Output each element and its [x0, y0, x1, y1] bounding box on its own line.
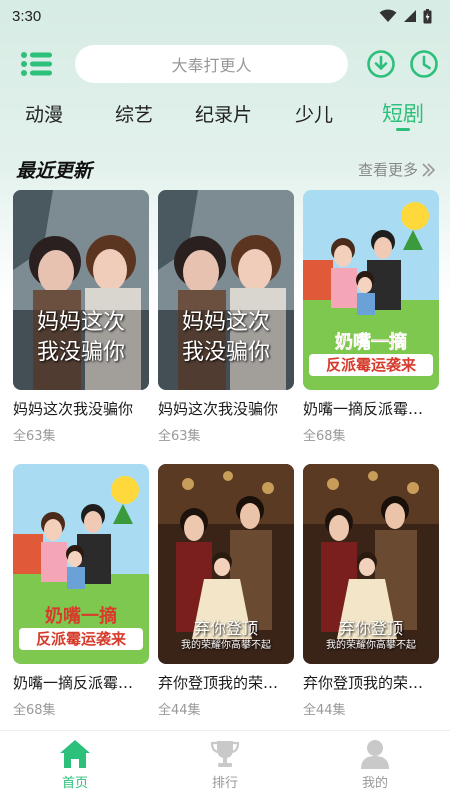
category-tabs: 动漫 综艺 纪录片 少儿 短剧 [0, 96, 450, 136]
bottom-navigation: 首页 排行 我的 [0, 730, 450, 799]
view-more-link[interactable]: 查看更多 [358, 159, 436, 180]
history-button[interactable] [409, 49, 439, 79]
download-button[interactable] [366, 49, 396, 79]
tab-documentary[interactable]: 纪录片 [195, 100, 252, 127]
status-icons [379, 8, 432, 24]
drama-card[interactable]: 弃你登顶 我的荣耀你高攀不起 弃你登顶我的荣耀你高攀不起 全44集 [158, 464, 294, 718]
poster-title-line2: 我的荣耀你高攀不起 [326, 640, 416, 651]
drama-poster[interactable]: 奶嘴一摘 反派霉运袭来 [303, 190, 439, 390]
episode-count: 全63集 [158, 429, 201, 444]
poster-title-line2: 我没骗你 [181, 340, 270, 365]
active-tab-indicator [396, 128, 410, 131]
poster-title-line2: 反派霉运袭来 [309, 354, 433, 376]
drama-card[interactable]: 妈妈这次 我没骗你 妈妈这次我没骗你 全63集 [13, 190, 149, 444]
status-bar: 3:30 [0, 0, 450, 32]
battery-icon [423, 8, 432, 23]
episode-count: 全68集 [13, 703, 56, 718]
drama-title[interactable]: 奶嘴一摘反派霉运袭来 [303, 398, 435, 419]
drama-poster[interactable]: 妈妈这次 我没骗你 [158, 190, 294, 390]
drama-title[interactable]: 妈妈这次我没骗你 [158, 398, 290, 419]
nav-ranking-label: 排行 [211, 776, 238, 791]
poster-title-line2: 我的荣耀你高攀不起 [181, 640, 271, 651]
drama-card[interactable]: 弃你登顶 我的荣耀你高攀不起 弃你登顶我的荣耀你高攀不起 全44集 [303, 464, 439, 718]
nav-ranking[interactable]: 排行 [185, 739, 265, 791]
wifi-icon [379, 9, 397, 22]
poster-title-line1: 妈妈这次 [181, 310, 270, 335]
drama-title[interactable]: 奶嘴一摘反派霉运袭来 [13, 672, 145, 693]
drama-poster[interactable]: 奶嘴一摘 反派霉运袭来 [13, 464, 149, 664]
drama-title[interactable]: 弃你登顶我的荣耀你高攀不起 [158, 672, 290, 693]
download-icon [367, 50, 395, 78]
cellular-icon [404, 10, 416, 22]
clock-icon [410, 50, 438, 78]
poster-title-line2: 我没骗你 [36, 340, 125, 365]
double-chevron-right-icon [422, 162, 436, 177]
drama-poster[interactable]: 弃你登顶 我的荣耀你高攀不起 [158, 464, 294, 664]
drama-card[interactable]: 奶嘴一摘 反派霉运袭来 奶嘴一摘反派霉运袭来 全68集 [303, 190, 439, 444]
drama-card[interactable]: 奶嘴一摘 反派霉运袭来 奶嘴一摘反派霉运袭来 全68集 [13, 464, 149, 718]
drama-poster[interactable]: 弃你登顶 我的荣耀你高攀不起 [303, 464, 439, 664]
trophy-icon [210, 741, 240, 767]
poster-title-line2: 反派霉运袭来 [19, 628, 143, 650]
tab-kids[interactable]: 少儿 [295, 100, 333, 127]
poster-title-line1: 妈妈这次 [36, 310, 125, 335]
nav-home-label: 首页 [61, 776, 88, 791]
drama-title[interactable]: 妈妈这次我没骗你 [13, 398, 145, 419]
tab-short-drama[interactable]: 短剧 [382, 98, 424, 128]
poster-title-line1: 奶嘴一摘 [335, 332, 408, 354]
recent-updates-header: 最近更新 查看更多 [0, 152, 450, 186]
search-input[interactable]: 大奉打更人 [75, 45, 348, 83]
section-title: 最近更新 [16, 160, 93, 182]
user-icon [361, 740, 389, 769]
tab-variety[interactable]: 综艺 [115, 100, 153, 127]
episode-count: 全44集 [158, 703, 201, 718]
nav-mine[interactable]: 我的 [335, 739, 415, 791]
episode-count: 全63集 [13, 429, 56, 444]
status-time: 3:30 [12, 7, 42, 25]
nav-home[interactable]: 首页 [35, 739, 115, 791]
poster-title-line1: 弃你登顶 [338, 619, 403, 638]
drama-title[interactable]: 弃你登顶我的荣耀你高攀不起 [303, 672, 435, 693]
search-placeholder: 大奉打更人 [171, 56, 252, 75]
drama-poster[interactable]: 妈妈这次 我没骗你 [13, 190, 149, 390]
poster-title-line1: 奶嘴一摘 [45, 606, 117, 627]
poster-title-line1: 弃你登顶 [193, 619, 258, 638]
list-menu-icon [21, 52, 52, 76]
view-more-label: 查看更多 [357, 161, 418, 179]
episode-count: 全68集 [303, 429, 346, 444]
menu-button[interactable] [20, 48, 54, 80]
tab-anime[interactable]: 动漫 [25, 100, 63, 127]
drama-card[interactable]: 妈妈这次 我没骗你 妈妈这次我没骗你 全63集 [158, 190, 294, 444]
top-bar: 大奉打更人 [0, 44, 450, 84]
nav-mine-label: 我的 [361, 776, 388, 791]
home-icon [60, 740, 90, 768]
episode-count: 全44集 [303, 703, 346, 718]
